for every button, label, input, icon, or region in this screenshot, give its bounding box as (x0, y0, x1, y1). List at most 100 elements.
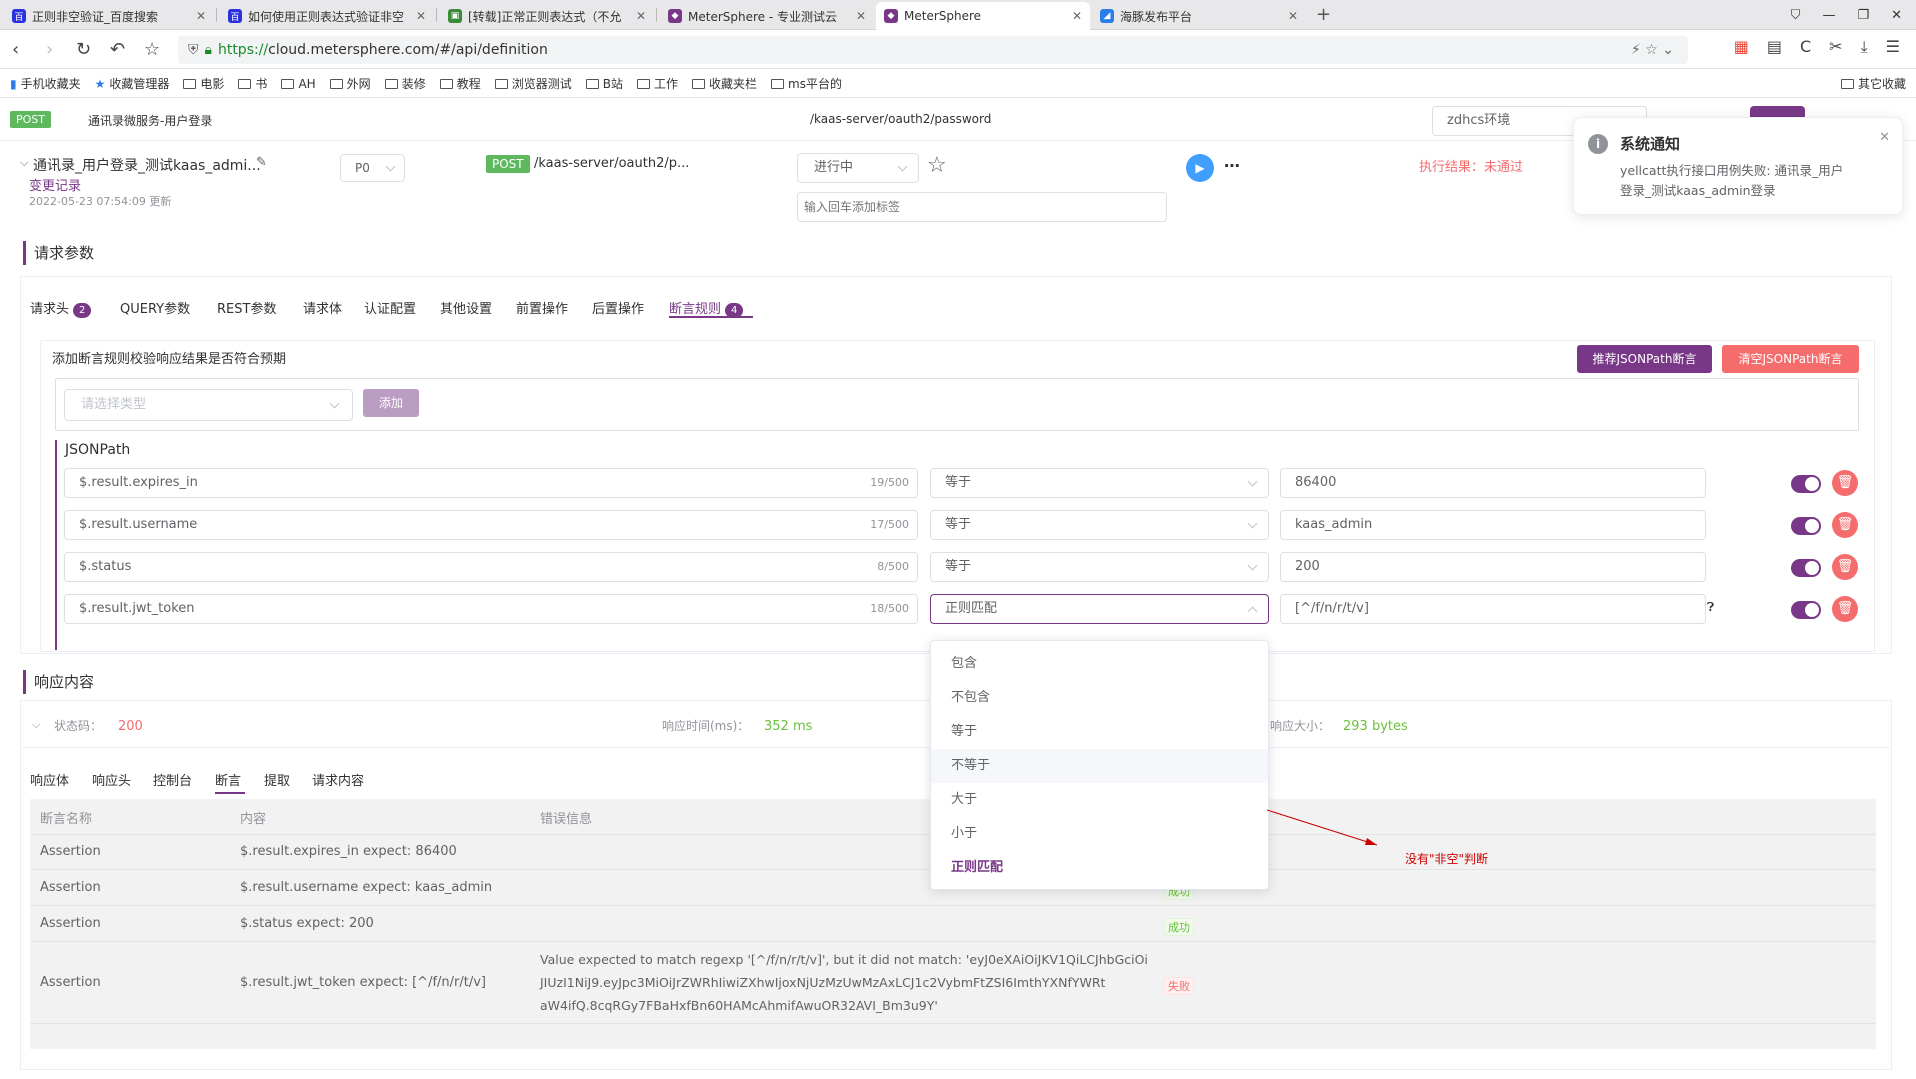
tab-response-body[interactable]: 响应体 (30, 770, 69, 789)
delete-button[interactable]: 🗑︎ (1832, 512, 1858, 538)
new-tab-button[interactable]: + (1316, 4, 1331, 25)
tab-post-ops[interactable]: 后置操作 (592, 298, 644, 317)
expected-value-input[interactable]: 200 (1280, 552, 1706, 582)
reload-icon[interactable]: ↻ (76, 39, 91, 60)
bookmark-folder[interactable]: 装修 (384, 75, 426, 92)
condition-select-open[interactable]: 正则匹配 (930, 594, 1269, 624)
bookmark-folder[interactable]: 浏览器测试 (494, 75, 572, 92)
bookmark-folder[interactable]: ms平台的 (771, 75, 842, 92)
clear-jsonpath-button[interactable]: 清空JSONPath断言 (1722, 345, 1859, 373)
restore-icon[interactable]: ❐ (1857, 8, 1869, 23)
apps-icon[interactable]: ▦ (1734, 37, 1749, 57)
expected-value-input[interactable]: kaas_admin (1280, 510, 1706, 540)
back-icon[interactable]: ‹ (12, 39, 19, 60)
close-icon[interactable]: ✕ (1288, 9, 1298, 23)
tab-auth[interactable]: 认证配置 (364, 298, 416, 317)
close-window-icon[interactable]: ✕ (1891, 8, 1902, 23)
shirt-icon[interactable]: ⛉ (1791, 8, 1801, 23)
close-icon[interactable]: ✕ (856, 9, 866, 23)
follow-star-icon[interactable]: ☆ (927, 153, 947, 178)
delete-button[interactable]: 🗑︎ (1832, 596, 1858, 622)
bookmark-star-icon[interactable]: ⚡ ☆ ⌄ (1631, 42, 1674, 58)
bookmark-item[interactable]: ★ 收藏管理器 (95, 75, 170, 92)
browser-tab[interactable]: 百 正则非空验证_百度搜索 ✕ (4, 2, 214, 30)
condition-select[interactable]: 等于 (930, 468, 1269, 498)
url-input[interactable]: ⛨ 🔒︎ https://cloud.metersphere.com/#/api… (178, 36, 1688, 64)
option-less-than[interactable]: 小于 (931, 817, 1268, 851)
delete-button[interactable]: 🗑︎ (1832, 554, 1858, 580)
browser-tab[interactable]: ◆ MeterSphere - 专业测试云 ✕ (660, 2, 874, 30)
download-icon[interactable]: ⤓ (1861, 37, 1868, 57)
bookmark-folder[interactable]: AH (281, 77, 316, 91)
option-regex-match[interactable]: 正则匹配 (931, 851, 1268, 885)
browser-tab[interactable]: 百 如何使用正则表达式验证非空 ✕ (220, 2, 434, 30)
star-icon[interactable]: ☆ (144, 39, 160, 60)
change-log-link[interactable]: 变更记录 (29, 175, 81, 194)
option-not-equals[interactable]: 不等于 (931, 749, 1268, 783)
reader-icon[interactable]: ▤ (1767, 37, 1782, 57)
browser-tab[interactable]: ▣ [转载]正常正则表达式（不允 ✕ (440, 2, 654, 30)
tab-other-settings[interactable]: 其他设置 (440, 298, 492, 317)
bookmark-item[interactable]: ▮ 手机收藏夹 (10, 75, 81, 92)
option-not-contains[interactable]: 不包含 (931, 681, 1268, 715)
status-select[interactable]: 进行中 (797, 153, 919, 183)
tag-input[interactable] (797, 192, 1167, 222)
enable-toggle[interactable] (1791, 559, 1821, 577)
close-icon[interactable]: ✕ (636, 9, 646, 23)
tab-pre-ops[interactable]: 前置操作 (516, 298, 568, 317)
bookmark-folder[interactable]: 外网 (329, 75, 371, 92)
bookmark-folder[interactable]: 教程 (439, 75, 481, 92)
edit-icon[interactable]: ✎ (256, 155, 267, 170)
help-icon[interactable]: ❓︎ (1707, 600, 1714, 615)
tab-request-body[interactable]: 请求体 (303, 298, 342, 317)
collapse-icon[interactable]: ⌵ (32, 718, 40, 732)
assertion-type-select[interactable]: 请选择类型 (64, 389, 353, 421)
tab-console[interactable]: 控制台 (153, 770, 192, 789)
undo-icon[interactable]: ↶ (110, 39, 125, 60)
run-button[interactable]: ▶ (1186, 154, 1214, 182)
bookmark-folder[interactable]: B站 (585, 75, 623, 92)
add-button[interactable]: 添加 (363, 389, 419, 417)
tab-extract[interactable]: 提取 (264, 770, 290, 789)
enable-toggle[interactable] (1791, 601, 1821, 619)
c-icon[interactable]: C (1800, 37, 1811, 57)
recommend-jsonpath-button[interactable]: 推荐JSONPath断言 (1577, 345, 1712, 373)
delete-button[interactable]: 🗑︎ (1832, 470, 1858, 496)
close-icon[interactable]: ✕ (1072, 9, 1082, 23)
tab-response-headers[interactable]: 响应头 (92, 770, 131, 789)
tab-assertion-results[interactable]: 断言 (215, 770, 241, 789)
tab-rest-params[interactable]: REST参数 (217, 298, 276, 317)
option-equals[interactable]: 等于 (931, 715, 1268, 749)
expected-value-input[interactable]: 86400 (1280, 468, 1706, 498)
bookmark-folder[interactable]: 工作 (636, 75, 678, 92)
condition-select[interactable]: 等于 (930, 552, 1269, 582)
option-greater-than[interactable]: 大于 (931, 783, 1268, 817)
condition-select[interactable]: 等于 (930, 510, 1269, 540)
close-icon[interactable]: ✕ (1879, 130, 1890, 145)
collapse-icon[interactable]: ⌵ (20, 156, 28, 170)
jsonpath-expression-input[interactable]: $.result.jwt_token 18/500 (64, 594, 918, 624)
forward-icon[interactable]: › (46, 39, 53, 60)
option-contains[interactable]: 包含 (931, 647, 1268, 681)
enable-toggle[interactable] (1791, 517, 1821, 535)
browser-tab-active[interactable]: ◆ MeterSphere ✕ (876, 2, 1090, 30)
tab-query-params[interactable]: QUERY参数 (120, 298, 190, 317)
bookmark-folder[interactable]: 收藏夹栏 (691, 75, 757, 92)
jsonpath-expression-input[interactable]: $.result.expires_in 19/500 (64, 468, 918, 498)
tab-request-content[interactable]: 请求内容 (312, 770, 364, 789)
enable-toggle[interactable] (1791, 475, 1821, 493)
jsonpath-expression-input[interactable]: $.result.username 17/500 (64, 510, 918, 540)
scissors-icon[interactable]: ✂ (1829, 37, 1842, 57)
jsonpath-expression-input[interactable]: $.status 8/500 (64, 552, 918, 582)
more-icon[interactable]: ⋯ (1224, 156, 1240, 175)
priority-select[interactable]: P0 (340, 154, 405, 182)
tab-request-header[interactable]: 请求头 2 (30, 298, 92, 318)
close-icon[interactable]: ✕ (416, 9, 426, 23)
expected-value-input[interactable]: [^/f/n/r/t/v] (1280, 594, 1706, 624)
tab-assertions[interactable]: 断言规则 4 (669, 298, 744, 318)
bookmark-folder[interactable]: 书 (238, 75, 267, 92)
browser-tab[interactable]: ◢ 海豚发布平台 ✕ (1092, 2, 1306, 30)
bookmark-folder-other[interactable]: 其它收藏 (1840, 75, 1906, 92)
minimize-icon[interactable]: — (1822, 8, 1835, 23)
bookmark-folder[interactable]: 电影 (183, 75, 224, 92)
